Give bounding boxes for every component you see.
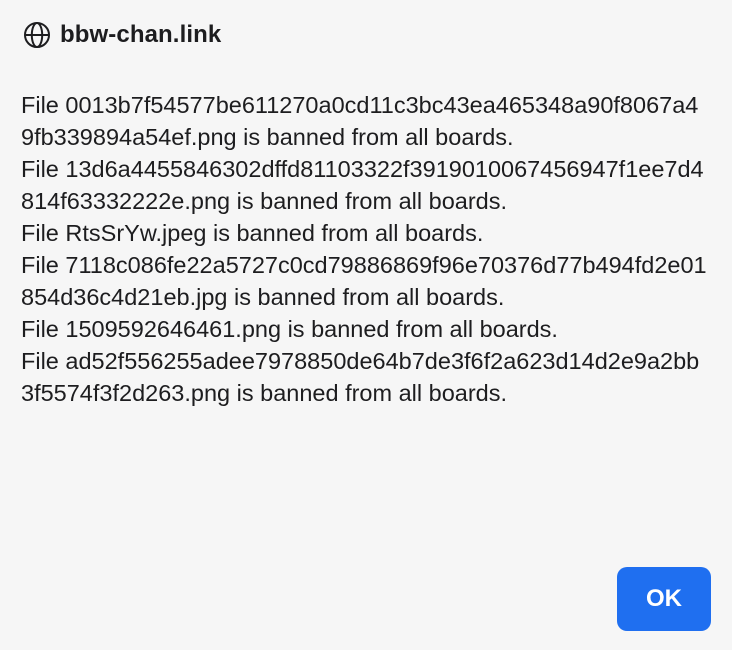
message-line: File 0013b7f54577be611270a0cd11c3bc43ea4… bbox=[21, 92, 699, 150]
site-name: bbw-chan.link bbox=[60, 21, 222, 48]
ok-button[interactable]: OK bbox=[617, 567, 711, 631]
dialog-header: bbw-chan.link bbox=[22, 19, 221, 51]
alert-dialog: bbw-chan.link File 0013b7f54577be611270a… bbox=[0, 0, 732, 650]
message-line: File 7118c086fe22a5727c0cd79886869f96e70… bbox=[21, 252, 707, 310]
message-list: File 0013b7f54577be611270a0cd11c3bc43ea4… bbox=[21, 89, 711, 409]
message-line: File RtsSrYw.jpeg is banned from all boa… bbox=[21, 220, 484, 246]
message-line: File 13d6a4455846302dffd81103322f3919010… bbox=[21, 156, 704, 214]
message-line: File ad52f556255adee7978850de64b7de3f6f2… bbox=[21, 348, 700, 406]
globe-icon bbox=[22, 21, 51, 50]
message-line: File 1509592646461.png is banned from al… bbox=[21, 316, 558, 342]
